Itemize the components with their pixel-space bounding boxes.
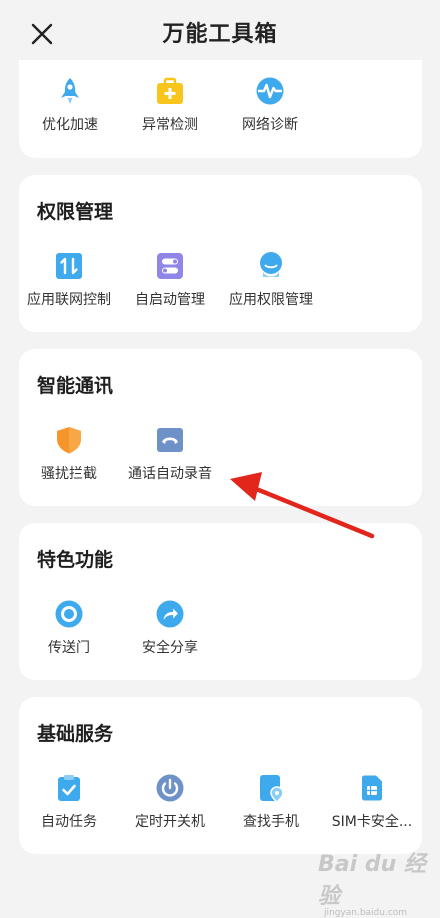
tool-app-network-control[interactable]: 应用联网控制 <box>19 251 119 309</box>
tool-label: 异常检测 <box>142 117 198 133</box>
clipboard-check-icon <box>58 775 80 801</box>
tool-label: 自启动管理 <box>135 292 205 308</box>
rocket-icon <box>61 78 79 104</box>
tool-portal[interactable]: 传送门 <box>19 599 119 657</box>
power-icon <box>156 774 184 802</box>
tool-label: 优化加速 <box>42 117 98 133</box>
tool-auto-task[interactable]: 自动任务 <box>19 773 119 831</box>
tool-label: 传送门 <box>48 640 90 656</box>
watermark: Bai du 经验 jingyan.baidu.com <box>318 846 438 918</box>
tool-label: SIM卡安全... <box>331 814 413 830</box>
tool-label: 查找手机 <box>243 814 299 830</box>
switch-icon <box>157 253 183 279</box>
section-title: 基础服务 <box>37 723 114 745</box>
tool-label: 自动任务 <box>41 814 97 830</box>
tool-call-auto-record[interactable]: 通话自动录音 <box>120 425 220 483</box>
phone-record-icon <box>157 428 183 452</box>
tool-label: 安全分享 <box>142 640 198 656</box>
share-icon <box>156 600 184 628</box>
tool-label: 通话自动录音 <box>128 466 212 482</box>
tool-label: 网络诊断 <box>242 117 298 133</box>
shield-icon <box>57 427 81 454</box>
tool-label: 骚扰拦截 <box>41 466 97 482</box>
tool-harassment-block[interactable]: 骚扰拦截 <box>19 425 119 483</box>
find-phone-icon <box>260 775 284 803</box>
tool-network-diagnosis[interactable]: 网络诊断 <box>220 76 320 134</box>
first-aid-kit-icon <box>157 77 183 104</box>
card-permission-management: 权限管理 应用联网控制 自启动管理 应用权限管理 <box>19 175 422 332</box>
top-bar: 万能工具箱 <box>0 0 440 60</box>
tool-find-phone[interactable]: 查找手机 <box>221 773 321 831</box>
section-title: 特色功能 <box>37 549 114 571</box>
tool-scheduled-power[interactable]: 定时开关机 <box>120 773 220 831</box>
sim-card-icon <box>362 775 382 801</box>
network-toggle-icon <box>56 253 82 279</box>
section-title: 权限管理 <box>37 201 114 223</box>
tool-optimize[interactable]: 优化加速 <box>20 76 120 134</box>
tool-label: 定时开关机 <box>135 814 205 830</box>
tool-label: 应用联网控制 <box>27 292 111 308</box>
page-title: 万能工具箱 <box>162 22 278 47</box>
section-title: 智能通讯 <box>37 375 114 397</box>
tool-secure-share[interactable]: 安全分享 <box>120 599 220 657</box>
tool-label: 应用权限管理 <box>229 292 313 308</box>
card-featured-functions: 特色功能 传送门 安全分享 <box>19 523 422 680</box>
portal-icon <box>55 600 83 628</box>
card-smart-communication: 智能通讯 骚扰拦截 通话自动录音 <box>19 349 422 506</box>
card-basic-services: 基础服务 自动任务 定时开关机 查找手机 SIM卡安全... <box>19 697 422 854</box>
watermark-text: Bai du 经验 <box>318 852 426 909</box>
tool-anomaly-detect[interactable]: 异常检测 <box>120 76 220 134</box>
tool-app-permission-management[interactable]: 应用权限管理 <box>221 251 321 309</box>
shield-person-icon <box>260 252 282 277</box>
tool-autostart-management[interactable]: 自启动管理 <box>120 251 220 309</box>
network-pulse-icon <box>256 77 284 105</box>
watermark-sub: jingyan.baidu.com <box>324 908 408 918</box>
tool-sim-security[interactable]: SIM卡安全... <box>322 773 422 831</box>
